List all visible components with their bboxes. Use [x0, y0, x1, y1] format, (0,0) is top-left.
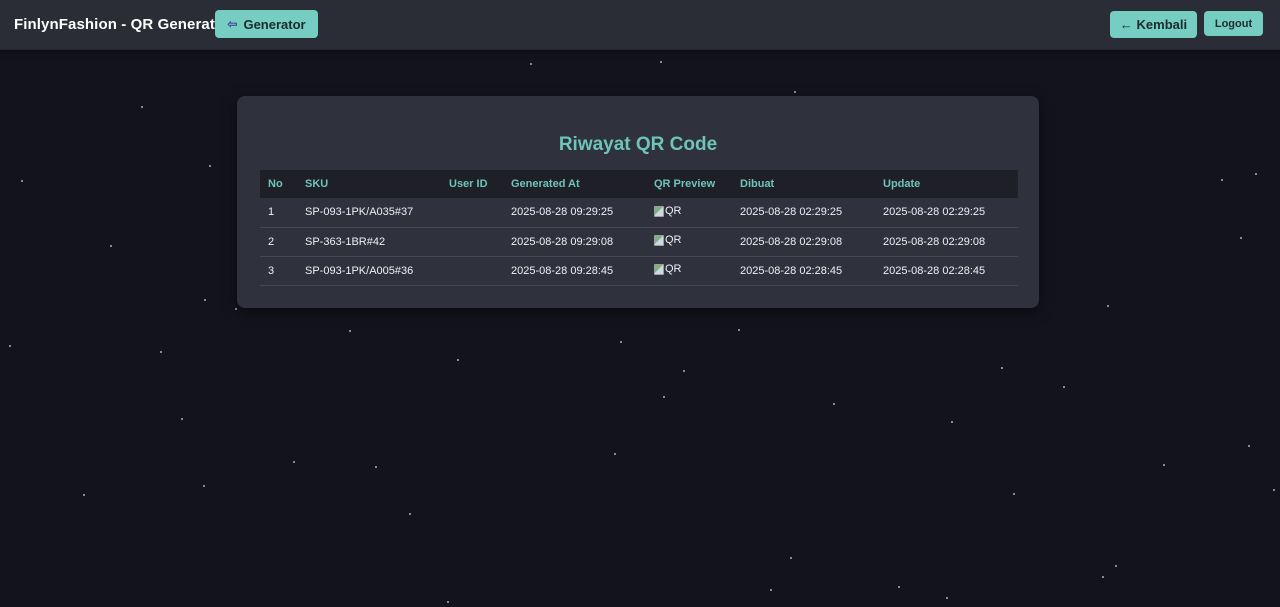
generator-button-label: Generator — [243, 16, 306, 32]
cell-dibuat: 2025-08-28 02:29:25 — [732, 198, 875, 228]
cell-update: 2025-08-28 02:29:25 — [875, 198, 1018, 228]
cell-no: 3 — [260, 256, 297, 286]
back-arrow-icon: ⇦ — [227, 17, 238, 31]
cell-sku: SP-093-1PK/A005#36 — [297, 256, 441, 286]
top-navbar: FinlynFashion - QR Generator ⇦ Generator… — [0, 0, 1280, 50]
logout-button-label: Logout — [1214, 17, 1253, 30]
cell-sku: SP-093-1PK/A035#37 — [297, 198, 441, 228]
qr-alt-text: QR — [665, 205, 682, 217]
generator-button[interactable]: ⇦ Generator — [215, 10, 318, 38]
qr-alt-text: QR — [665, 263, 682, 276]
cell-update: 2025-08-28 02:28:45 — [875, 256, 1018, 286]
broken-image-icon — [654, 234, 664, 246]
cell-no: 2 — [260, 227, 297, 257]
header-user-id: User ID — [449, 178, 488, 190]
header-sku: SKU — [305, 178, 329, 190]
cell-no: 1 — [260, 198, 297, 228]
kembali-button-label: ← Kembali — [1119, 17, 1188, 32]
qr-alt-text: QR — [665, 234, 682, 247]
table-row: 1 SP-093-1PK/A035#37 2025-08-28 09:29:25… — [260, 198, 1018, 228]
header-qr-preview: QR Preview — [654, 178, 716, 190]
cell-qr-preview: QR — [646, 198, 732, 228]
cell-qr-preview: QR — [646, 256, 732, 286]
cell-user-id — [441, 256, 503, 286]
table-header-row: No SKU User ID Generated At QR Preview D… — [260, 170, 1018, 198]
card-title: Riwayat QR Code — [558, 134, 718, 155]
broken-image-icon — [654, 205, 664, 217]
header-no: No — [268, 178, 283, 190]
kembali-button[interactable]: ← Kembali — [1110, 11, 1197, 38]
cell-user-id — [441, 198, 503, 228]
cell-dibuat: 2025-08-28 02:29:08 — [732, 227, 875, 257]
qr-image: QR — [654, 205, 682, 217]
header-update: Update — [883, 178, 921, 190]
table-row: 2 SP-363-1BR#42 2025-08-28 09:29:08 QR 2… — [260, 227, 1018, 257]
table-row: 3 SP-093-1PK/A005#36 2025-08-28 09:28:45… — [260, 256, 1018, 286]
qr-history-table: No SKU User ID Generated At QR Preview D… — [260, 170, 1018, 286]
cell-user-id — [441, 227, 503, 257]
logout-button[interactable]: Logout — [1204, 11, 1263, 36]
qr-image: QR — [654, 263, 682, 275]
cell-generated-at: 2025-08-28 09:29:08 — [503, 227, 646, 257]
brand-title: FinlynFashion - QR Generator — [14, 16, 231, 33]
cell-update: 2025-08-28 02:29:08 — [875, 227, 1018, 257]
qr-image: QR — [654, 234, 682, 246]
cell-generated-at: 2025-08-28 09:29:25 — [503, 198, 646, 228]
cell-qr-preview: QR — [646, 227, 732, 257]
cell-sku: SP-363-1BR#42 — [297, 227, 441, 257]
broken-image-icon — [654, 263, 664, 275]
cell-generated-at: 2025-08-28 09:28:45 — [503, 256, 646, 286]
cell-dibuat: 2025-08-28 02:28:45 — [732, 256, 875, 286]
header-generated-at: Generated At — [511, 178, 580, 190]
qr-history-card: Riwayat QR Code No SKU User ID Generated… — [237, 96, 1039, 308]
header-dibuat: Dibuat — [740, 178, 775, 190]
